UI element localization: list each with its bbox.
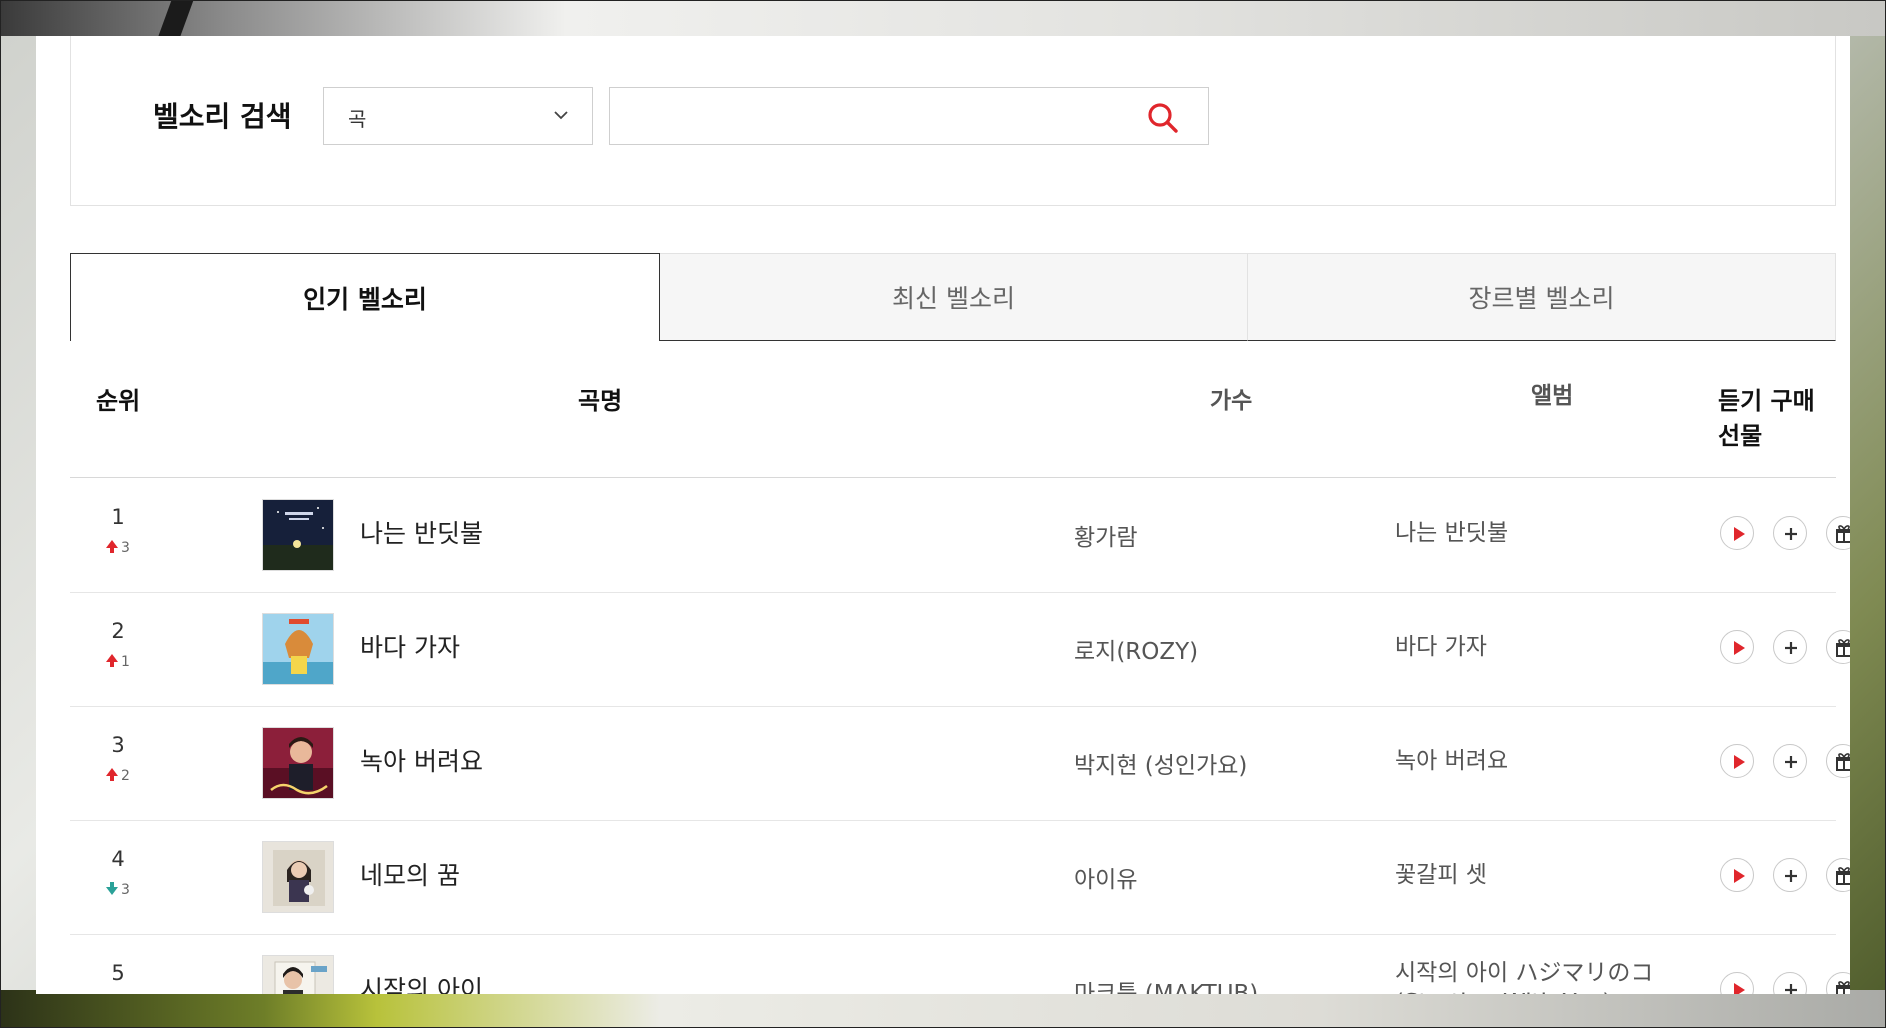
song-title[interactable]: 나는 반딧불 xyxy=(360,514,483,550)
gift-button[interactable] xyxy=(1826,972,1850,994)
play-icon xyxy=(1734,527,1745,541)
header-title: 곡명 xyxy=(578,387,623,415)
artist-name[interactable]: 로지(ROZY) xyxy=(1074,632,1198,666)
tab-latest[interactable]: 최신 벨소리 xyxy=(660,253,1248,341)
rank-number: 1 xyxy=(111,505,125,529)
gift-button[interactable] xyxy=(1826,858,1850,892)
gift-icon xyxy=(1836,753,1850,771)
rank-down-icon xyxy=(106,882,118,895)
plus-icon xyxy=(1785,870,1797,882)
play-button[interactable] xyxy=(1720,516,1754,550)
background-top xyxy=(0,0,1886,36)
song-title[interactable]: 시작의 아이 xyxy=(360,970,483,994)
song-title[interactable]: 네모의 꿈 xyxy=(360,856,460,892)
ringtone-page: 벨소리 검색 곡 인기 벨소리 최신 벨소리 장르별 벨소리 순위 곡명 가수 … xyxy=(36,36,1850,994)
header-actions: 듣기 구매 선물 xyxy=(1718,387,1815,450)
plus-icon xyxy=(1785,528,1797,540)
rank-change-value: 1 xyxy=(121,654,130,670)
play-icon xyxy=(1734,869,1745,883)
gift-icon xyxy=(1836,639,1850,657)
rank-number: 4 xyxy=(111,847,125,871)
purchase-button[interactable] xyxy=(1773,516,1807,550)
album-cover[interactable] xyxy=(262,613,334,685)
purchase-button[interactable] xyxy=(1773,744,1807,778)
rank-change: 3 xyxy=(105,882,130,898)
table-row: 1 3 나는 반딧불 황가람 나는 반딧불 xyxy=(70,478,1850,593)
play-icon xyxy=(1734,983,1745,994)
rank-change-value: 3 xyxy=(121,540,130,556)
artist-name[interactable]: 마크툽 (MAKTUB) xyxy=(1074,974,1258,994)
plus-icon xyxy=(1785,984,1797,994)
rank-change: 3 xyxy=(105,540,130,556)
rank-change-value: 3 xyxy=(121,882,130,898)
rank-change: 2 xyxy=(105,768,130,784)
play-button[interactable] xyxy=(1720,630,1754,664)
play-button[interactable] xyxy=(1720,744,1754,778)
album-name[interactable]: 시작의 아이 ハジマリのコ (Starting With You) xyxy=(1395,958,1695,994)
rank-up-icon xyxy=(106,768,118,781)
table-row: 3 2 녹아 버려요 박지현 (성인가요) 녹아 버려요 xyxy=(70,706,1850,821)
search-input[interactable] xyxy=(620,96,1124,138)
album-name[interactable]: 꽃갈피 셋 xyxy=(1395,860,1695,890)
song-title[interactable]: 바다 가자 xyxy=(360,628,460,664)
chevron-down-icon xyxy=(554,111,568,120)
table-row: 4 3 네모의 꿈 아이유 꽃갈피 셋 xyxy=(70,820,1850,935)
play-icon xyxy=(1734,641,1745,655)
gift-button[interactable] xyxy=(1826,630,1850,664)
gift-icon xyxy=(1836,867,1850,885)
background-bottom xyxy=(0,990,1886,1028)
header-rank: 순위 xyxy=(96,387,141,415)
gift-icon xyxy=(1836,525,1850,543)
tab-genre[interactable]: 장르별 벨소리 xyxy=(1248,253,1836,341)
purchase-button[interactable] xyxy=(1773,972,1807,994)
artist-name[interactable]: 박지현 (성인가요) xyxy=(1074,746,1247,780)
plus-icon xyxy=(1785,756,1797,768)
search-input-box xyxy=(609,87,1209,145)
search-category-value: 곡 xyxy=(348,107,367,131)
rank-up-icon xyxy=(106,540,118,553)
table-row: 2 1 바다 가자 로지(ROZY) 바다 가자 xyxy=(70,592,1850,707)
album-cover[interactable] xyxy=(262,499,334,571)
song-title[interactable]: 녹아 버려요 xyxy=(360,742,483,778)
gift-button[interactable] xyxy=(1826,516,1850,550)
purchase-button[interactable] xyxy=(1773,858,1807,892)
table-header: 순위 곡명 가수 앨범 듣기 구매 선물 xyxy=(70,341,1836,478)
rank-change-value: 2 xyxy=(121,768,130,784)
play-icon xyxy=(1734,755,1745,769)
rank-up-icon xyxy=(106,654,118,667)
search-title: 벨소리 검색 xyxy=(153,100,292,133)
purchase-button[interactable] xyxy=(1773,630,1807,664)
tab-bar: 인기 벨소리 최신 벨소리 장르별 벨소리 xyxy=(70,253,1836,341)
album-cover[interactable] xyxy=(262,841,334,913)
artist-name[interactable]: 황가람 xyxy=(1074,518,1137,552)
rank-change: 1 xyxy=(105,654,130,670)
album-name[interactable]: 녹아 버려요 xyxy=(1395,746,1695,776)
album-name[interactable]: 나는 반딧불 xyxy=(1395,518,1695,548)
gift-button[interactable] xyxy=(1826,744,1850,778)
artist-name[interactable]: 아이유 xyxy=(1074,860,1137,894)
album-cover[interactable] xyxy=(262,727,334,799)
rank-number: 3 xyxy=(111,733,125,757)
search-category-select[interactable]: 곡 xyxy=(323,87,593,145)
search-panel: 벨소리 검색 곡 xyxy=(70,36,1836,206)
search-icon[interactable] xyxy=(1146,101,1180,135)
header-artist: 가수 xyxy=(1210,388,1253,414)
table-row: 5 3 시작의 아이 마크툽 (MAKTUB) 시작의 아이 ハジマリのコ (S… xyxy=(70,934,1850,994)
rank-number: 2 xyxy=(111,619,125,643)
play-button[interactable] xyxy=(1720,972,1754,994)
rank-number: 5 xyxy=(111,961,125,985)
play-button[interactable] xyxy=(1720,858,1754,892)
plus-icon xyxy=(1785,642,1797,654)
gift-icon xyxy=(1836,981,1850,994)
album-name[interactable]: 바다 가자 xyxy=(1395,632,1695,662)
tab-popular[interactable]: 인기 벨소리 xyxy=(70,253,660,341)
album-cover[interactable] xyxy=(262,955,334,994)
